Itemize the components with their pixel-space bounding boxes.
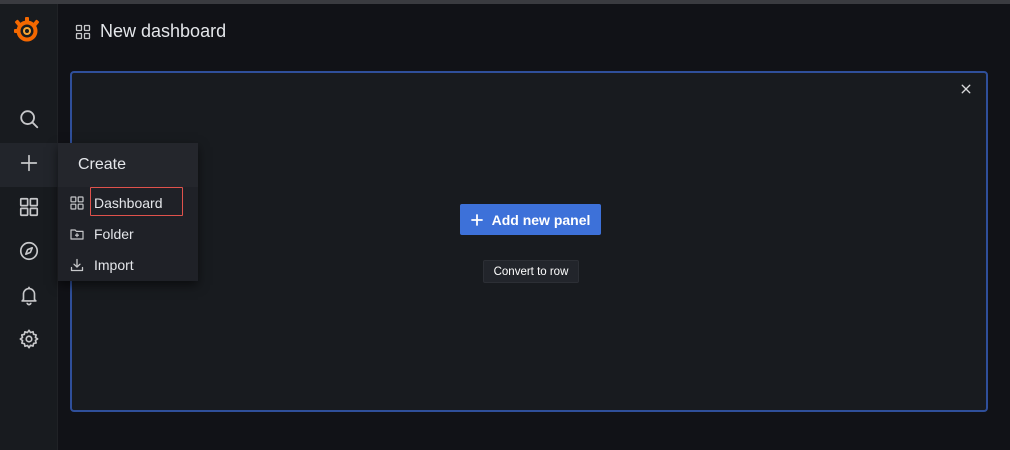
plus-icon	[18, 152, 40, 179]
add-new-panel-label: Add new panel	[491, 211, 591, 228]
page-title: New dashboard	[100, 21, 227, 41]
sidebar-item-create[interactable]	[0, 143, 58, 187]
create-menu-item-import[interactable]: Import	[58, 251, 198, 279]
sidebar	[0, 4, 58, 450]
folder-plus-icon	[70, 227, 84, 241]
sidebar-item-explore[interactable]	[0, 231, 58, 275]
create-menu-item-folder[interactable]: Folder	[58, 220, 198, 248]
dashboard-highlight-box	[90, 187, 183, 216]
sidebar-item-search[interactable]	[0, 99, 58, 143]
bell-icon	[18, 284, 40, 311]
dashboard-grid-icon	[70, 196, 84, 210]
new-panel-placeholder: Add new panel Convert to row	[70, 71, 988, 412]
grafana-logo[interactable]	[11, 14, 43, 46]
plus-icon	[470, 213, 483, 226]
add-new-panel-button[interactable]: Add new panel	[460, 204, 601, 235]
page-header: New dashboard	[58, 4, 1010, 60]
convert-to-row-label: Convert to row	[493, 265, 569, 278]
create-menu-header[interactable]: Create	[58, 143, 198, 187]
sidebar-item-dashboards[interactable]	[0, 187, 58, 231]
search-icon	[18, 108, 40, 135]
grid-icon	[18, 196, 40, 223]
convert-to-row-button[interactable]: Convert to row	[483, 260, 579, 283]
create-menu-item-label: Import	[94, 257, 134, 273]
import-icon	[70, 258, 84, 272]
close-icon[interactable]	[958, 81, 974, 97]
create-menu-item-label: Folder	[94, 226, 134, 242]
sidebar-item-configuration[interactable]	[0, 319, 58, 363]
sidebar-item-alerting[interactable]	[0, 275, 58, 319]
gear-icon	[18, 328, 40, 355]
dashboard-grid-icon	[75, 24, 91, 40]
compass-icon	[18, 240, 40, 267]
create-menu-title: Create	[78, 156, 127, 173]
